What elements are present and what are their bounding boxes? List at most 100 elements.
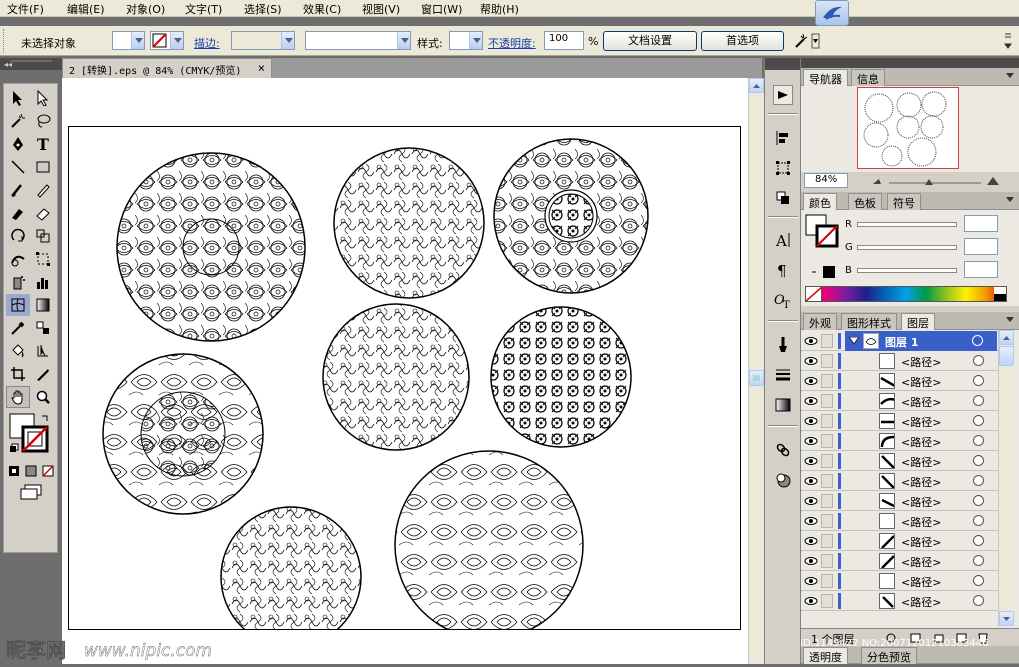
- brush-dropdown[interactable]: [305, 31, 411, 50]
- column-graph-tool-icon[interactable]: [31, 271, 55, 293]
- eye-icon[interactable]: [804, 514, 818, 528]
- free-transform-tool-icon[interactable]: [31, 248, 55, 270]
- gradient-panel-icon[interactable]: [773, 395, 793, 415]
- app-logo[interactable]: [815, 0, 849, 26]
- layer-path-row[interactable]: <路径>: [801, 411, 1011, 431]
- path-label[interactable]: <路径>: [901, 594, 941, 610]
- eye-icon[interactable]: [804, 434, 818, 448]
- eye-icon[interactable]: [804, 494, 818, 508]
- target-icon[interactable]: [973, 415, 984, 426]
- tab-navigator[interactable]: 导航器: [803, 69, 848, 86]
- transform-panel-icon[interactable]: [773, 158, 793, 178]
- path-label[interactable]: <路径>: [901, 514, 941, 530]
- lock-toggle[interactable]: [821, 334, 833, 348]
- align-panel-icon[interactable]: [773, 128, 793, 148]
- layer-path-row[interactable]: <路径>: [801, 551, 1011, 571]
- tab-appearance[interactable]: 外观: [803, 313, 837, 330]
- layer-path-row[interactable]: <路径>: [801, 471, 1011, 491]
- opentype-panel-icon[interactable]: OT: [773, 290, 793, 310]
- links-panel-icon[interactable]: [773, 440, 793, 460]
- eye-icon[interactable]: [804, 594, 818, 608]
- opacity-input[interactable]: 100: [544, 31, 584, 50]
- eye-icon[interactable]: [804, 454, 818, 468]
- artboard[interactable]: [68, 126, 741, 648]
- eye-icon[interactable]: [804, 474, 818, 488]
- preferences-button[interactable]: 首选项: [701, 31, 784, 51]
- brushes-panel-icon[interactable]: [773, 335, 793, 355]
- target-icon[interactable]: [973, 455, 984, 466]
- layer-path-row[interactable]: <路径>: [801, 371, 1011, 391]
- menu-file[interactable]: 文件(F): [7, 1, 44, 17]
- menu-help[interactable]: 帮助(H): [480, 1, 519, 17]
- stroke-weight-field[interactable]: [231, 31, 295, 50]
- target-icon[interactable]: [973, 595, 984, 606]
- path-label[interactable]: <路径>: [901, 354, 941, 370]
- color-spectrum[interactable]: [805, 286, 1007, 302]
- style-dropdown[interactable]: [449, 31, 483, 50]
- gradient-tool-icon[interactable]: [31, 294, 55, 316]
- layer-path-row[interactable]: <路径>: [801, 511, 1011, 531]
- symbols-panel-icon[interactable]: [773, 470, 793, 490]
- dock-header[interactable]: [801, 58, 1019, 68]
- layer-target-icon[interactable]: [972, 335, 983, 346]
- layers-scroll-down-icon[interactable]: [999, 611, 1014, 626]
- grip[interactable]: [3, 29, 6, 53]
- eraser-tool-icon[interactable]: [31, 202, 55, 224]
- tab-color[interactable]: 颜色: [803, 193, 837, 210]
- eye-icon[interactable]: [804, 554, 818, 568]
- tab-graphic-styles[interactable]: 图形样式: [841, 313, 897, 330]
- color-menu-icon[interactable]: [1006, 196, 1016, 204]
- paragraph-panel-icon[interactable]: ¶: [773, 260, 793, 280]
- target-icon[interactable]: [973, 575, 984, 586]
- r-value-input[interactable]: [964, 215, 998, 232]
- screen-mode-icon[interactable]: [18, 484, 44, 500]
- tab-swatches[interactable]: 色板: [848, 193, 882, 210]
- r-slider[interactable]: [857, 222, 957, 227]
- b-value-input[interactable]: [964, 261, 998, 278]
- tab-symbols[interactable]: 符号: [887, 193, 921, 210]
- none-swatch[interactable]: [805, 286, 823, 302]
- target-icon[interactable]: [973, 515, 984, 526]
- stroke-swatch-dropdown[interactable]: [150, 31, 184, 50]
- magic-wand-tool-icon[interactable]: [6, 110, 30, 132]
- path-label[interactable]: <路径>: [901, 534, 941, 550]
- path-label[interactable]: <路径>: [901, 414, 941, 430]
- pathfinder-panel-icon[interactable]: [773, 188, 793, 208]
- zoom-input[interactable]: 84%: [804, 173, 848, 188]
- lock-toggle[interactable]: [821, 434, 833, 448]
- mesh-tool-icon[interactable]: [6, 294, 30, 316]
- eye-icon[interactable]: [804, 354, 818, 368]
- crop-area-tool-icon[interactable]: [6, 363, 30, 385]
- layers-scroll-up-icon[interactable]: [999, 330, 1014, 345]
- target-icon[interactable]: [973, 375, 984, 386]
- rotate-tool-icon[interactable]: [6, 225, 30, 247]
- out-of-gamut-icon[interactable]: [811, 264, 841, 280]
- layer-path-row[interactable]: <路径>: [801, 431, 1011, 451]
- layer-path-row[interactable]: <路径>: [801, 451, 1011, 471]
- toolbox-header[interactable]: ◂◂: [0, 58, 62, 70]
- zoom-tool-icon[interactable]: [31, 386, 55, 408]
- document-setup-button[interactable]: 文档设置: [603, 31, 697, 51]
- pencil-tool-icon[interactable]: [31, 179, 55, 201]
- pen-tool-icon[interactable]: [6, 133, 30, 155]
- path-label[interactable]: <路径>: [901, 454, 941, 470]
- path-label[interactable]: <路径>: [901, 394, 941, 410]
- wand-options-icon[interactable]: [793, 32, 821, 50]
- target-icon[interactable]: [973, 475, 984, 486]
- lock-toggle[interactable]: [821, 574, 833, 588]
- eye-icon[interactable]: [804, 394, 818, 408]
- navigator-menu-icon[interactable]: [1006, 72, 1016, 80]
- layer-path-row[interactable]: <路径>: [801, 491, 1011, 511]
- lock-toggle[interactable]: [821, 454, 833, 468]
- lasso-tool-icon[interactable]: [31, 110, 55, 132]
- menu-view[interactable]: 视图(V): [362, 1, 400, 17]
- color-fill-stroke-icon[interactable]: [805, 214, 841, 250]
- layers-scroll-thumb[interactable]: [999, 346, 1014, 366]
- eye-icon[interactable]: [804, 534, 818, 548]
- navigator-view-box[interactable]: [857, 87, 959, 169]
- character-panel-icon[interactable]: A: [773, 230, 793, 250]
- target-icon[interactable]: [973, 495, 984, 506]
- lock-toggle[interactable]: [821, 534, 833, 548]
- actions-panel-icon[interactable]: [773, 85, 793, 105]
- target-icon[interactable]: [973, 535, 984, 546]
